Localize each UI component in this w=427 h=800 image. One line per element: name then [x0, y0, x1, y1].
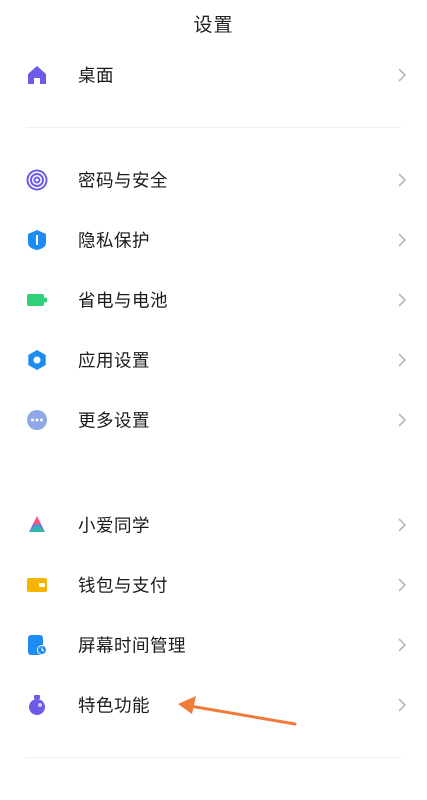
- settings-row-battery[interactable]: 省电与电池: [0, 272, 427, 328]
- settings-row-privacy[interactable]: 隐私保护: [0, 212, 427, 268]
- chevron-right-icon: [397, 232, 407, 248]
- page-title: 设置: [193, 14, 234, 36]
- annotation-arrow-icon: [178, 696, 297, 726]
- wallet-icon: [26, 574, 48, 596]
- fingerprint-icon: [26, 169, 48, 191]
- chevron-right-icon: [397, 292, 407, 308]
- special-features-icon: [26, 694, 48, 716]
- settings-row-app-settings[interactable]: 应用设置: [0, 332, 427, 388]
- screen-time-icon: [26, 634, 48, 656]
- more-dots-icon: [26, 409, 48, 431]
- settings-row-label: 特色功能: [78, 696, 150, 717]
- settings-row-label: 屏幕时间管理: [78, 636, 186, 657]
- home-icon: [26, 64, 48, 86]
- settings-row-more-settings[interactable]: 更多设置: [0, 392, 427, 448]
- chevron-right-icon: [397, 352, 407, 368]
- chevron-right-icon: [397, 577, 407, 593]
- settings-row-label: 隐私保护: [78, 231, 150, 252]
- settings-row-label: 桌面: [78, 66, 114, 87]
- chevron-right-icon: [397, 517, 407, 533]
- chevron-right-icon: [397, 67, 407, 83]
- settings-row-screen-time[interactable]: 屏幕时间管理: [0, 617, 427, 673]
- settings-row-password-security[interactable]: 密码与安全: [0, 152, 427, 208]
- chevron-right-icon: [397, 172, 407, 188]
- settings-row-desktop[interactable]: 桌面: [0, 47, 427, 103]
- settings-row-label: 省电与电池: [78, 291, 168, 312]
- xiaoai-assistant-icon: [26, 514, 48, 536]
- settings-row-label: 密码与安全: [78, 171, 168, 192]
- settings-row-wallet[interactable]: 钱包与支付: [0, 557, 427, 613]
- section-divider: [26, 757, 401, 758]
- settings-row-xiaoai[interactable]: 小爱同学: [0, 497, 427, 553]
- settings-row-label: 更多设置: [78, 411, 150, 432]
- chevron-right-icon: [397, 637, 407, 653]
- battery-icon: [26, 289, 48, 311]
- settings-row-label: 小爱同学: [78, 516, 150, 537]
- settings-row-label: 钱包与支付: [78, 576, 168, 597]
- gear-icon: [26, 349, 48, 371]
- chevron-right-icon: [397, 697, 407, 713]
- settings-row-label: 应用设置: [78, 351, 150, 372]
- privacy-shield-icon: [26, 229, 48, 251]
- header-bar: 设置: [0, 0, 427, 44]
- chevron-right-icon: [397, 412, 407, 428]
- section-divider: [26, 127, 401, 128]
